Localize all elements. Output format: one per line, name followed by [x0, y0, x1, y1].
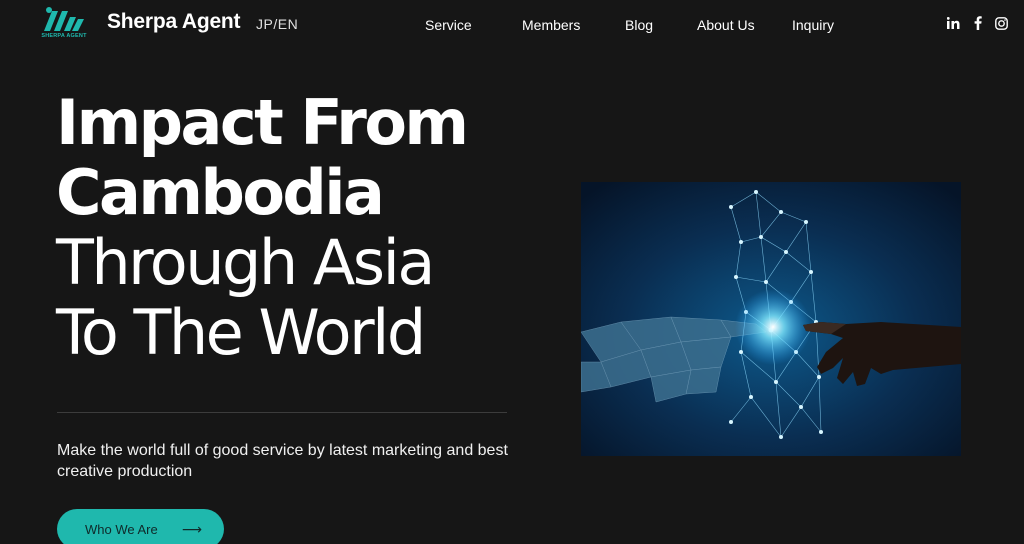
hero-title-line-4: To The World: [56, 296, 426, 369]
facebook-icon[interactable]: [971, 16, 985, 30]
nav-blog[interactable]: Blog: [625, 17, 653, 33]
logo[interactable]: SHERPA AGENT: [40, 5, 88, 41]
nav-members[interactable]: Members: [522, 17, 580, 33]
hero-divider: [57, 412, 507, 413]
language-switch[interactable]: JP/EN: [256, 16, 298, 32]
hero-image: [581, 182, 961, 456]
hero-title: Impact From Cambodia Through Asia To The…: [56, 86, 469, 369]
nav-about-us[interactable]: About Us: [697, 17, 755, 33]
instagram-icon[interactable]: [994, 16, 1008, 30]
arrow-right-icon: ⟶: [181, 520, 202, 537]
logo-text: SHERPA AGENT: [41, 33, 87, 39]
brand-name[interactable]: Sherpa Agent: [107, 10, 241, 34]
logo-mark-icon: [44, 7, 84, 31]
hero-title-line-1: Impact From: [56, 86, 469, 159]
nav-service[interactable]: Service: [425, 17, 472, 33]
nav-inquiry[interactable]: Inquiry: [792, 17, 834, 33]
site-header: SHERPA AGENT Sherpa Agent JP/EN Service …: [0, 0, 1024, 50]
linkedin-icon[interactable]: [946, 16, 960, 30]
who-we-are-button[interactable]: Who We Are ⟶: [57, 509, 224, 544]
hero-tagline: Make the world full of good service by l…: [57, 442, 508, 480]
cta-label: Who We Are: [85, 521, 158, 537]
hero-title-line-2: Cambodia: [56, 156, 385, 229]
hero-title-line-3: Through Asia: [56, 226, 435, 299]
